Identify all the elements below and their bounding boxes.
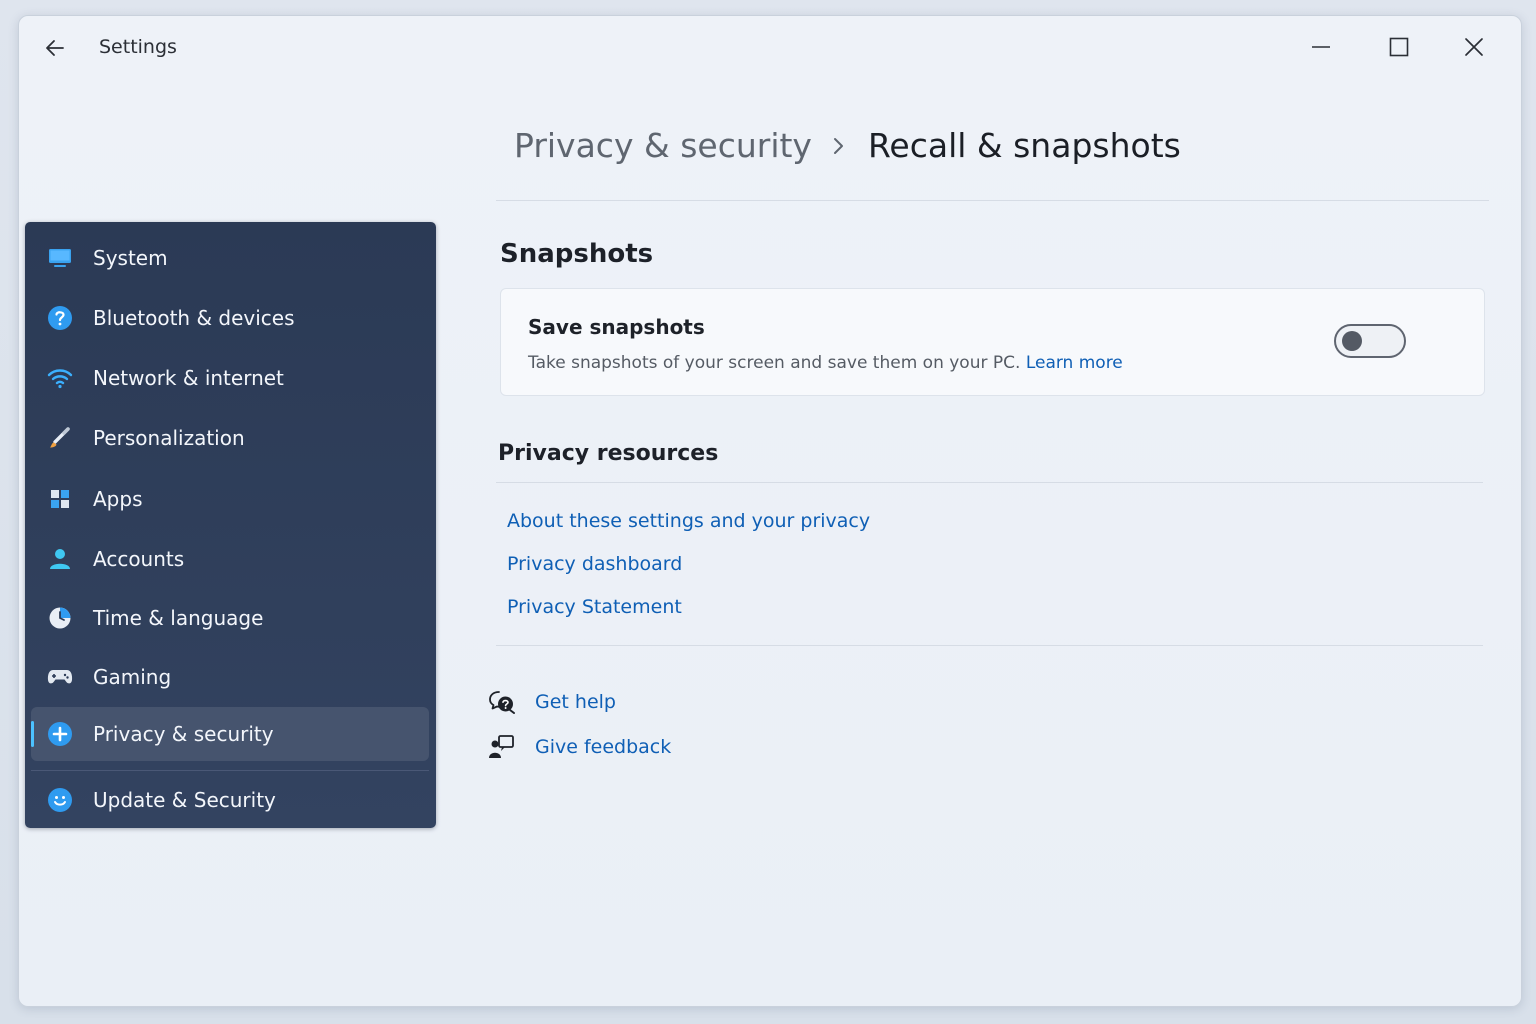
breadcrumb: Privacy & security Recall & snapshots <box>514 126 1181 165</box>
learn-more-link[interactable]: Learn more <box>1026 353 1123 373</box>
maximize-icon <box>1389 37 1409 57</box>
wifi-icon <box>47 365 73 391</box>
give-feedback-label: Give feedback <box>535 736 672 758</box>
sidebar-item-time-language[interactable]: Time & language <box>31 591 429 645</box>
close-icon <box>1465 38 1483 56</box>
monitor-icon <box>47 245 73 271</box>
sidebar-item-label: Network & internet <box>93 366 284 390</box>
sidebar-item-apps[interactable]: Apps <box>31 472 429 526</box>
help-chat-icon <box>487 687 517 717</box>
sidebar-item-network-internet[interactable]: Network & internet <box>31 351 429 405</box>
sidebar-item-label: Bluetooth & devices <box>93 306 295 330</box>
brush-icon <box>47 425 73 451</box>
section-heading-snapshots: Snapshots <box>500 239 654 269</box>
sidebar-item-label: Time & language <box>93 606 264 630</box>
sidebar-item-privacy-security[interactable]: Privacy & security <box>31 707 429 761</box>
back-button[interactable] <box>39 32 71 64</box>
save-snapshots-description: Take snapshots of your screen and save t… <box>528 353 1123 373</box>
sidebar-item-label: Gaming <box>93 665 172 689</box>
maximize-button[interactable] <box>1375 24 1423 70</box>
save-snapshots-toggle[interactable] <box>1334 324 1406 358</box>
give-feedback-link[interactable]: Give feedback <box>487 730 671 764</box>
sidebar-item-label: Update & Security <box>93 788 276 812</box>
sidebar-item-label: Privacy & security <box>93 722 274 746</box>
get-help-link[interactable]: Get help <box>487 685 616 719</box>
sidebar-divider <box>31 770 429 771</box>
app-title: Settings <box>99 36 177 58</box>
privacy-dashboard-link[interactable]: Privacy dashboard <box>507 553 682 575</box>
sidebar-item-system[interactable]: System <box>31 231 429 285</box>
sidebar-item-label: System <box>93 246 168 270</box>
breadcrumb-parent[interactable]: Privacy & security <box>514 126 812 165</box>
sidebar-item-bluetooth-devices[interactable]: Bluetooth & devices <box>31 291 429 345</box>
gamepad-icon <box>47 664 73 690</box>
settings-window: Settings Privacy & security Recall & sna… <box>18 15 1522 1007</box>
title-bar: Settings <box>19 16 1521 80</box>
sidebar-item-update-security[interactable]: Update & Security <box>31 773 429 827</box>
feedback-icon <box>487 732 517 762</box>
minimize-icon <box>1312 46 1330 48</box>
sidebar-item-gaming[interactable]: Gaming <box>31 650 429 704</box>
minimize-button[interactable] <box>1297 24 1345 70</box>
sidebar-item-personalization[interactable]: Personalization <box>31 411 429 465</box>
header-divider <box>496 200 1489 201</box>
about-settings-privacy-link[interactable]: About these settings and your privacy <box>507 510 870 532</box>
person-icon <box>47 546 73 572</box>
page-title: Recall & snapshots <box>867 126 1181 165</box>
toggle-knob <box>1342 331 1362 351</box>
privacy-resources-divider <box>496 482 1483 483</box>
sidebar-item-label: Accounts <box>93 547 185 571</box>
section-heading-privacy-resources: Privacy resources <box>498 441 719 466</box>
sidebar: System Bluetooth & devices Network & int… <box>25 222 436 828</box>
bluetooth-icon <box>47 305 73 331</box>
sidebar-item-accounts[interactable]: Accounts <box>31 532 429 586</box>
clock-globe-icon <box>47 605 73 631</box>
chevron-right-icon <box>832 136 846 156</box>
back-arrow-icon <box>46 40 64 56</box>
shield-icon <box>47 721 73 747</box>
get-help-label: Get help <box>535 691 616 713</box>
apps-icon <box>47 486 73 512</box>
sidebar-item-label: Personalization <box>93 426 245 450</box>
close-button[interactable] <box>1450 24 1498 70</box>
privacy-statement-link[interactable]: Privacy Statement <box>507 596 682 618</box>
sidebar-item-label: Apps <box>93 487 143 511</box>
save-snapshots-title: Save snapshots <box>528 315 705 339</box>
save-snapshots-desc-text: Take snapshots of your screen and save t… <box>528 353 1021 373</box>
resources-bottom-divider <box>496 645 1483 646</box>
save-snapshots-card: Save snapshots Take snapshots of your sc… <box>500 288 1485 396</box>
update-icon <box>47 787 73 813</box>
